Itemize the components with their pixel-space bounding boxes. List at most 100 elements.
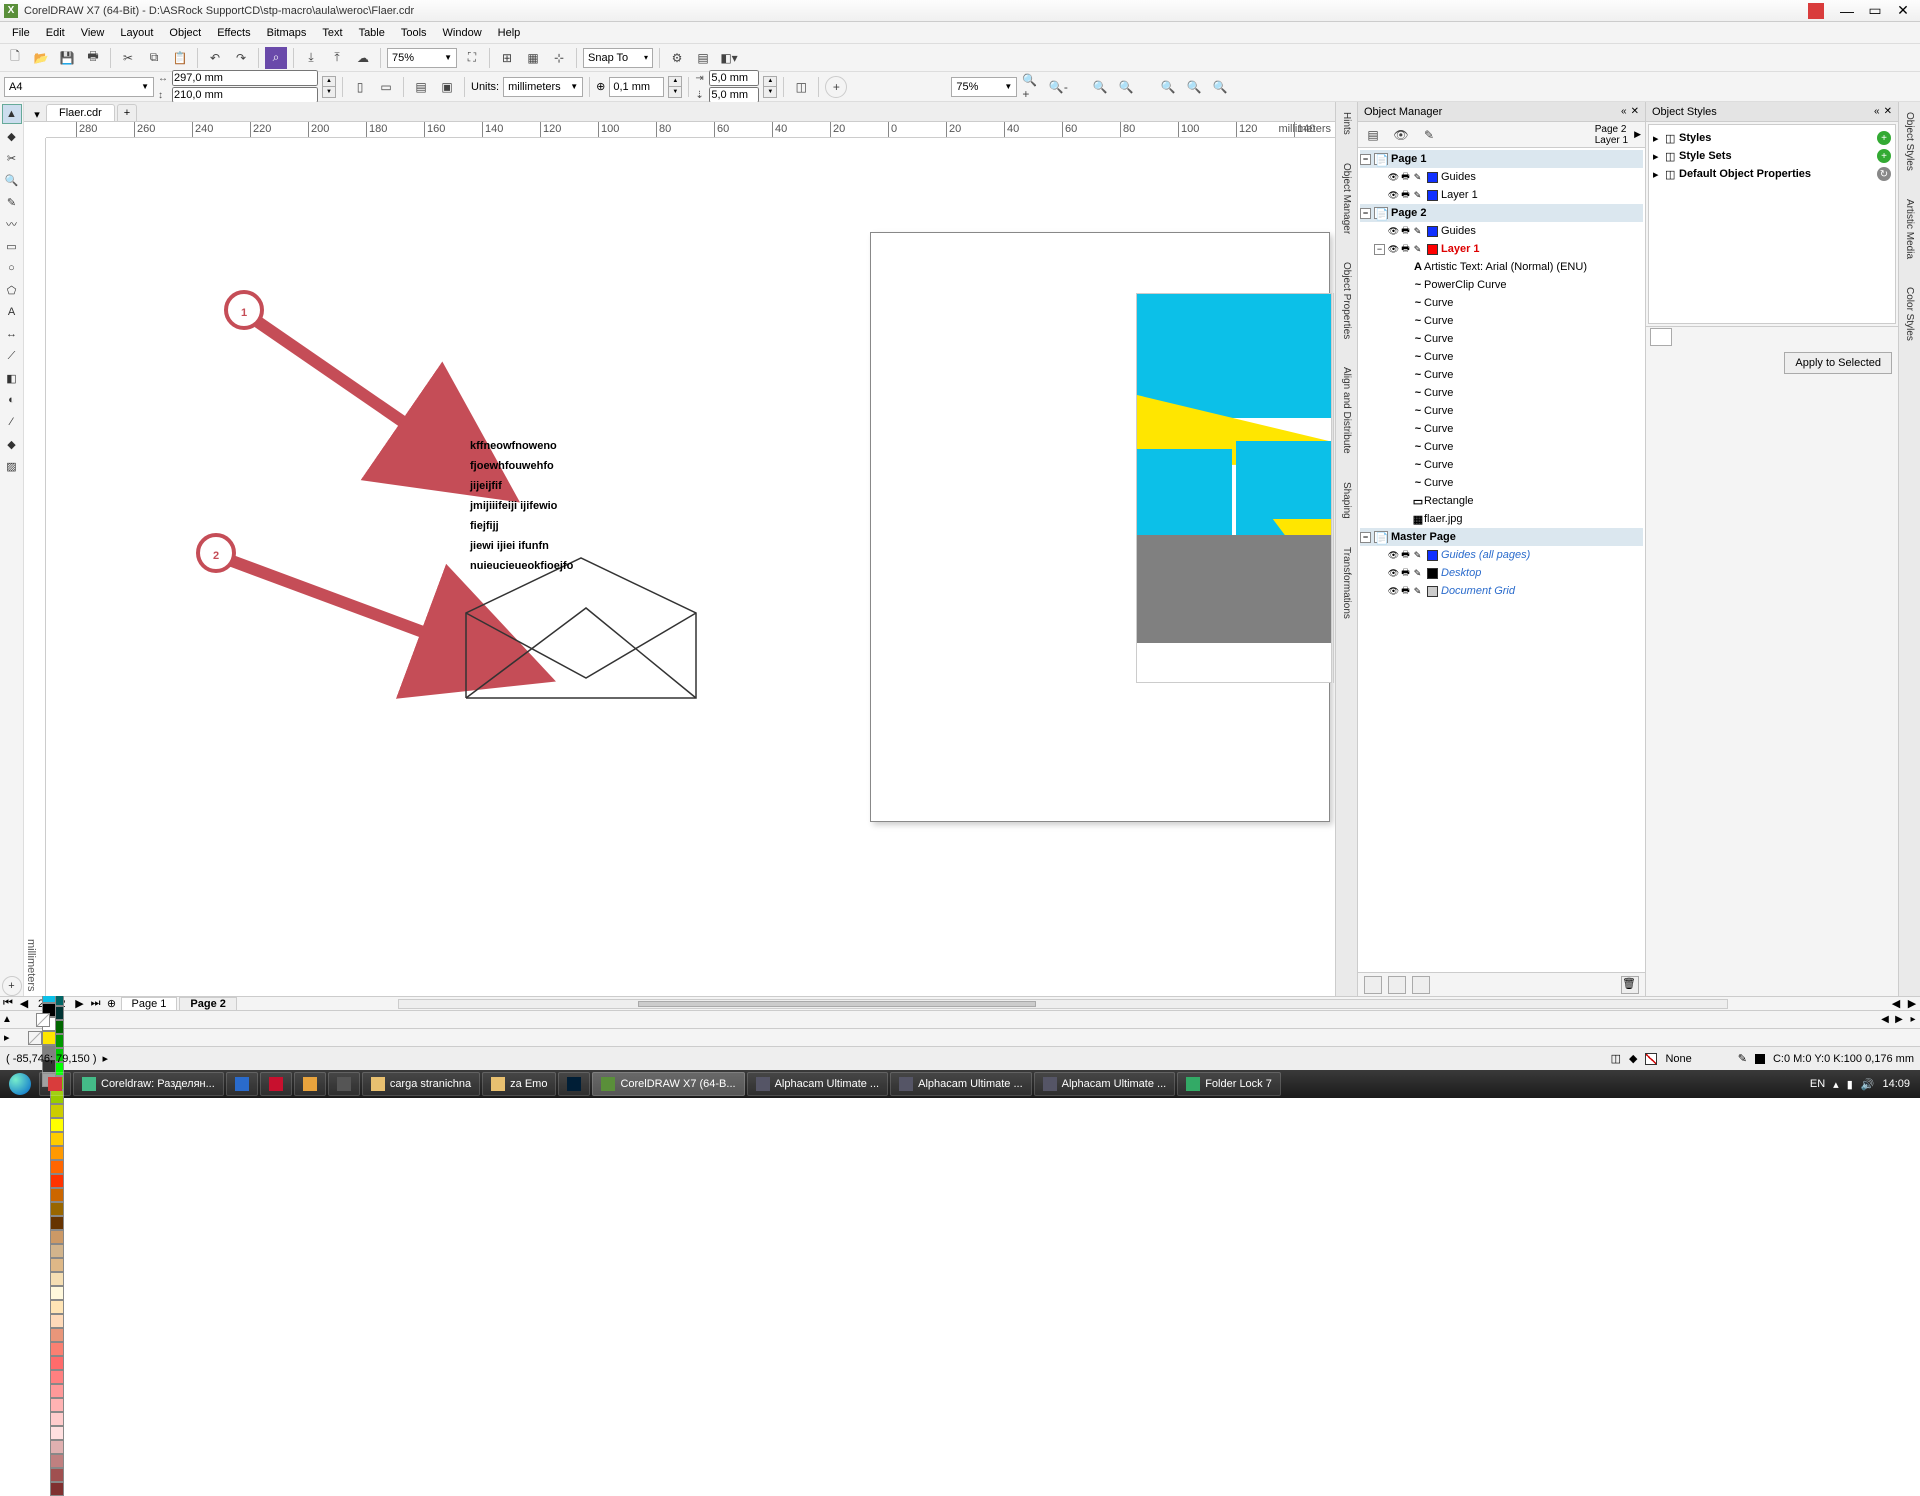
page-first-button[interactable]: ⏮: [0, 997, 16, 1010]
doc-palette-menu[interactable]: ▸: [4, 1031, 22, 1044]
docker-tab[interactable]: Align and Distribute: [1339, 363, 1354, 458]
zoom-selection-button[interactable]: 🔍: [1089, 76, 1111, 98]
status-tool1-icon[interactable]: ◫: [1611, 1052, 1621, 1065]
color-swatch[interactable]: [50, 1454, 64, 1468]
eyedropper-tool[interactable]: ⁄: [2, 412, 22, 432]
new-layer-all-button[interactable]: [1412, 976, 1430, 994]
palette-scroll-right[interactable]: ▶: [1892, 1014, 1906, 1025]
apply-to-selected-button[interactable]: Apply to Selected: [1784, 352, 1892, 374]
nudge-input[interactable]: [609, 77, 664, 97]
taskbar-item[interactable]: [558, 1072, 590, 1096]
launch-button[interactable]: ▤: [692, 47, 714, 69]
tree-row[interactable]: ~ Curve: [1360, 348, 1643, 366]
coords-flyout[interactable]: ▸: [103, 1052, 109, 1065]
snap-combo[interactable]: Snap To▾: [583, 48, 653, 68]
tree-row[interactable]: ~ PowerClip Curve: [1360, 276, 1643, 294]
menu-edit[interactable]: Edit: [38, 25, 73, 41]
tree-row[interactable]: ~ Curve: [1360, 420, 1643, 438]
treat-as-filled-button[interactable]: ◫: [790, 76, 812, 98]
zoom-tool[interactable]: 🔍: [2, 170, 22, 190]
color-swatch[interactable]: [50, 1286, 64, 1300]
color-swatch[interactable]: [50, 1188, 64, 1202]
panel-close-button[interactable]: ✕: [1631, 106, 1639, 117]
color-swatch[interactable]: [50, 1146, 64, 1160]
color-swatch[interactable]: [50, 1202, 64, 1216]
style-item[interactable]: ▸◫Default Object Properties↻: [1653, 165, 1891, 183]
tree-row[interactable]: A Artistic Text: Arial (Normal) (ENU): [1360, 258, 1643, 276]
tree-row[interactable]: ~ Curve: [1360, 402, 1643, 420]
menu-effects[interactable]: Effects: [209, 25, 258, 41]
om-menu-arrow[interactable]: ▶: [1634, 129, 1641, 140]
color-swatch[interactable]: [50, 1440, 64, 1454]
page-next-button[interactable]: ▶: [72, 997, 88, 1010]
docker-tab[interactable]: Object Properties: [1339, 258, 1354, 343]
menu-file[interactable]: File: [4, 25, 38, 41]
color-swatch[interactable]: [50, 1300, 64, 1314]
text-tool[interactable]: A: [2, 302, 22, 322]
page-add-button[interactable]: ⊕: [104, 997, 120, 1010]
current-page-button[interactable]: ▣: [436, 76, 458, 98]
panel-collapse-button[interactable]: «: [1621, 106, 1627, 117]
styles-collapse-button[interactable]: «: [1874, 106, 1880, 117]
connector-tool[interactable]: ⟋: [2, 346, 22, 366]
page-tab[interactable]: Page 1: [121, 997, 178, 1010]
taskbar-item[interactable]: za Emo: [482, 1072, 556, 1096]
palette-scroll-left[interactable]: ◀: [1878, 1014, 1892, 1025]
zoom-page-button[interactable]: 🔍: [1157, 76, 1179, 98]
all-pages-button[interactable]: ▤: [410, 76, 432, 98]
guides-button[interactable]: ⊹: [548, 47, 570, 69]
ruler-vertical[interactable]: millimeters: [24, 138, 46, 996]
tree-row[interactable]: ~ Curve: [1360, 312, 1643, 330]
docker-tab[interactable]: Transformations: [1339, 543, 1354, 623]
docker-tab[interactable]: Artistic Media: [1902, 195, 1917, 263]
color-swatch[interactable]: [50, 1160, 64, 1174]
new-button[interactable]: 🗋: [4, 47, 26, 69]
zoom-width-button[interactable]: 🔍: [1183, 76, 1205, 98]
color-swatch[interactable]: [50, 1132, 64, 1146]
zoom-height-button[interactable]: 🔍: [1209, 76, 1231, 98]
landscape-button[interactable]: ▭: [375, 76, 397, 98]
taskbar-item[interactable]: Alphacam Ultimate ...: [1034, 1072, 1176, 1096]
fill-none-icon[interactable]: [1645, 1053, 1657, 1065]
tree-row[interactable]: ~ Curve: [1360, 294, 1643, 312]
color-swatch[interactable]: [50, 1244, 64, 1258]
options-button[interactable]: ⚙: [666, 47, 688, 69]
doc-tab-add[interactable]: +: [117, 104, 137, 121]
taskbar-item[interactable]: [260, 1072, 292, 1096]
taskbar-item[interactable]: Alphacam Ultimate ...: [747, 1072, 889, 1096]
page-height-input[interactable]: [172, 87, 318, 103]
taskbar-item[interactable]: [39, 1072, 71, 1096]
save-button[interactable]: 💾: [56, 47, 78, 69]
dup-spinner[interactable]: ▲▼: [763, 76, 777, 98]
print-button[interactable]: 🖶: [82, 47, 104, 69]
cut-button[interactable]: ✂: [117, 47, 139, 69]
om-layer-manager-icon[interactable]: ▤: [1362, 124, 1384, 146]
page-tab[interactable]: Page 2: [179, 997, 236, 1010]
hscroll-left[interactable]: ◀: [1888, 997, 1904, 1010]
menu-layout[interactable]: Layout: [112, 25, 161, 41]
color-swatch[interactable]: [50, 1426, 64, 1440]
taskbar-item[interactable]: [328, 1072, 360, 1096]
taskbar-item[interactable]: Folder Lock 7: [1177, 1072, 1281, 1096]
tree-row[interactable]: ~ Curve: [1360, 330, 1643, 348]
palette-flyout[interactable]: ▸: [1906, 1014, 1920, 1025]
tree-row[interactable]: 👁🖶✎Guides (all pages): [1360, 546, 1643, 564]
docker-tab[interactable]: Object Styles: [1902, 108, 1917, 175]
new-layer-button[interactable]: [1364, 976, 1382, 994]
tree-row[interactable]: ▦ flaer.jpg: [1360, 510, 1643, 528]
interactive-fill-tool[interactable]: ◆: [2, 434, 22, 454]
outline-icon[interactable]: ✎: [1738, 1052, 1747, 1065]
zoom-fit-button[interactable]: 🔍: [1115, 76, 1137, 98]
copy-button[interactable]: ⧉: [143, 47, 165, 69]
tree-row[interactable]: −📄Master Page: [1360, 528, 1643, 546]
tree-row[interactable]: −👁🖶✎Guides: [1360, 168, 1643, 186]
color-swatch[interactable]: [50, 1258, 64, 1272]
add-button[interactable]: +: [825, 76, 847, 98]
horizontal-scrollbar[interactable]: [398, 999, 1728, 1009]
shape-tool[interactable]: ◆: [2, 126, 22, 146]
doc-no-color-swatch[interactable]: [28, 1031, 42, 1045]
tree-row[interactable]: ~ Curve: [1360, 384, 1643, 402]
taskbar-item[interactable]: CorelDRAW X7 (64-B...: [592, 1072, 744, 1096]
new-master-layer-button[interactable]: [1388, 976, 1406, 994]
minimize-button[interactable]: —: [1834, 2, 1860, 20]
